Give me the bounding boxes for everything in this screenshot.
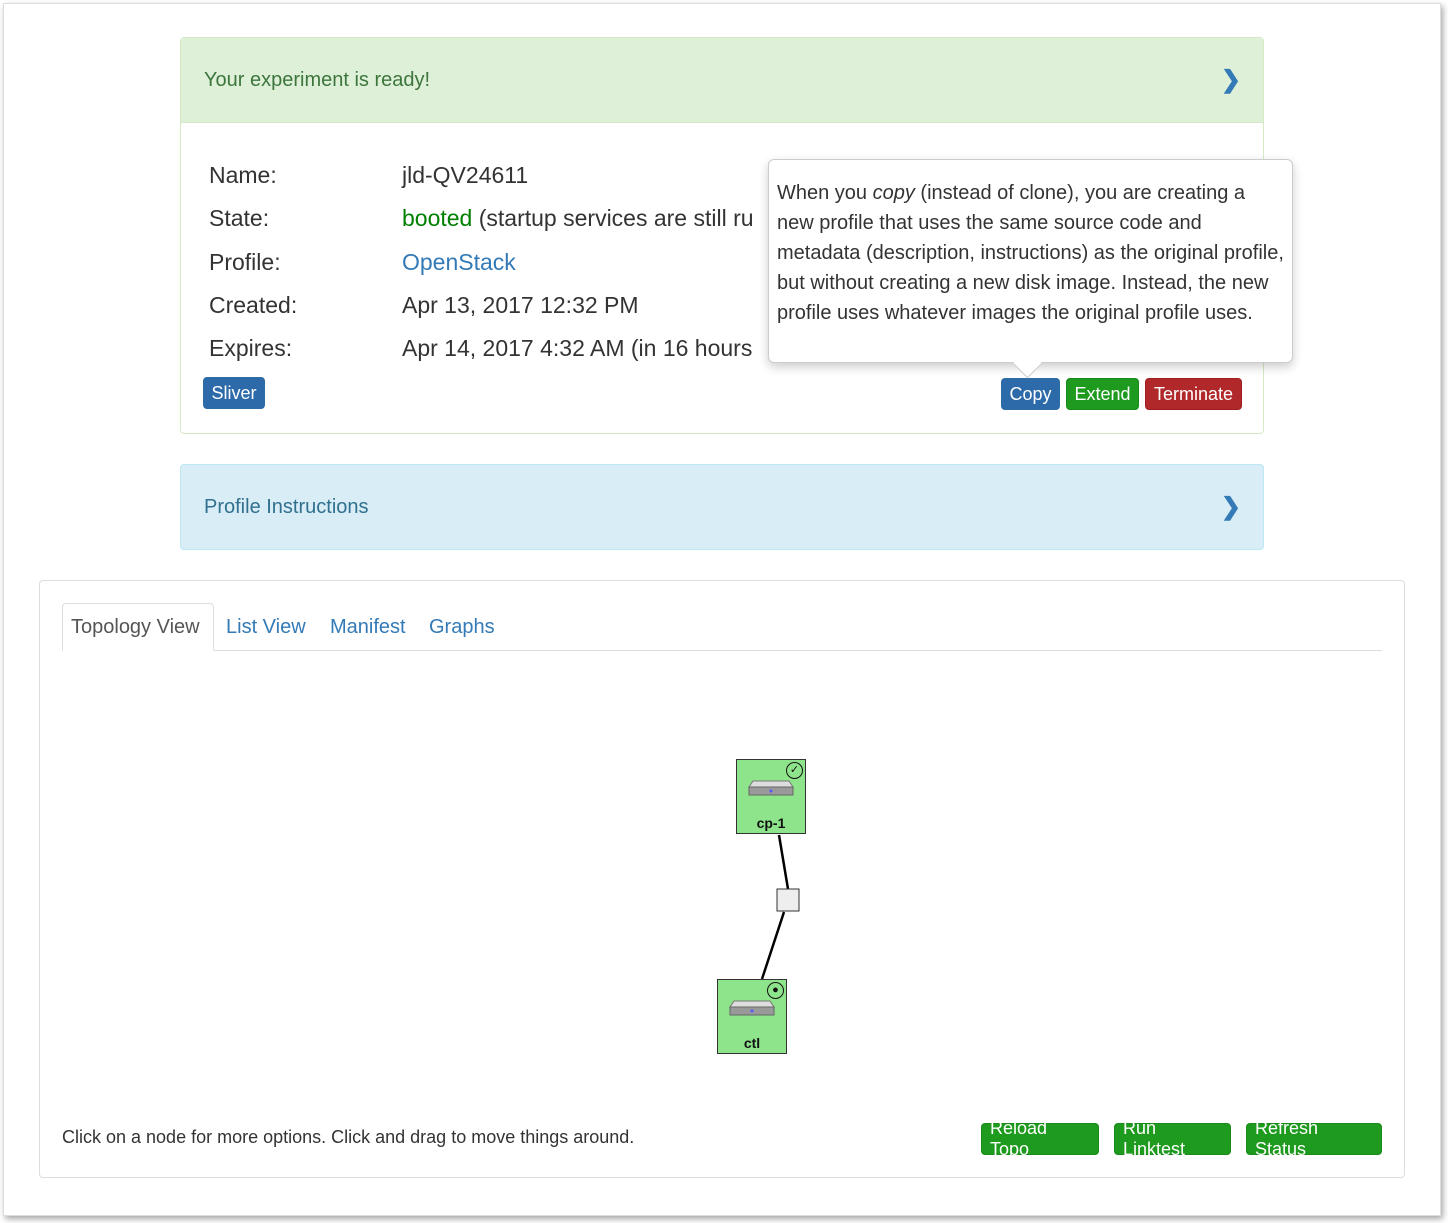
chevron-right-icon[interactable]: ❯ [1221,66,1241,95]
refresh-status-button[interactable]: Refresh Status [1246,1118,1382,1159]
created-row: Created: Apr 13, 2017 12:32 PM [209,292,639,319]
name-label: Name: [209,162,277,188]
topology-panel: Topology View List View Manifest Graphs … [39,580,1405,1178]
expires-row: Expires: Apr 14, 2017 4:32 AM (in 16 hour… [209,335,752,362]
profile-link[interactable]: OpenStack [402,249,516,276]
terminate-button[interactable]: Terminate [1145,378,1242,410]
reload-topo-button[interactable]: Reload Topo [981,1118,1099,1159]
copy-tooltip: When you copy (instead of clone), you ar… [768,159,1293,363]
link-line [777,834,790,890]
ready-check-icon: ✓ [786,762,803,779]
node-ctl[interactable]: ● ctl [717,979,787,1054]
profile-instructions-panel[interactable]: Profile Instructions ❯ [180,464,1264,550]
state-label: State: [209,205,270,231]
state-detail: (startup services are still ru [472,205,754,231]
copy-button[interactable]: Copy [1001,378,1060,410]
expires-value: Apr 14, 2017 4:32 AM (in 16 hours [402,335,753,361]
node-label: ctl [743,1035,761,1051]
name-row: Name: jld-QV24611 [209,162,528,189]
state-status: booted [402,205,473,231]
state-value: booted (startup services are still ru [402,205,754,232]
node-cp-1[interactable]: ✓ cp-1 [736,759,806,834]
extend-button[interactable]: Extend [1066,378,1139,410]
startup-dot-icon: ● [767,982,784,999]
state-row: State: booted (startup services are still… [209,205,754,232]
server-icon [748,780,794,796]
expires-label: Expires: [209,335,293,361]
sliver-button[interactable]: Sliver [203,377,265,409]
created-label: Created: [209,292,298,318]
link-line [760,911,786,980]
run-linktest-button[interactable]: Run Linktest [1114,1118,1231,1159]
name-value: jld-QV24611 [402,162,529,188]
server-icon [729,1000,775,1016]
chevron-right-icon[interactable]: ❯ [1221,493,1241,522]
node-label: cp-1 [756,815,786,831]
profile-row: Profile: OpenStack [209,249,516,276]
status-title: Your experiment is ready! [204,68,431,91]
topology-help-text: Click on a node for more options. Click … [62,1127,635,1147]
created-value: Apr 13, 2017 12:32 PM [402,292,639,318]
profile-label: Profile: [209,249,281,275]
lan-node[interactable] [776,888,800,912]
instructions-title: Profile Instructions [204,495,369,518]
tooltip-emphasis: copy [872,182,915,204]
tooltip-text: When you [777,182,873,204]
topology-links [760,834,800,980]
status-header[interactable]: Your experiment is ready! ❯ [181,38,1263,123]
